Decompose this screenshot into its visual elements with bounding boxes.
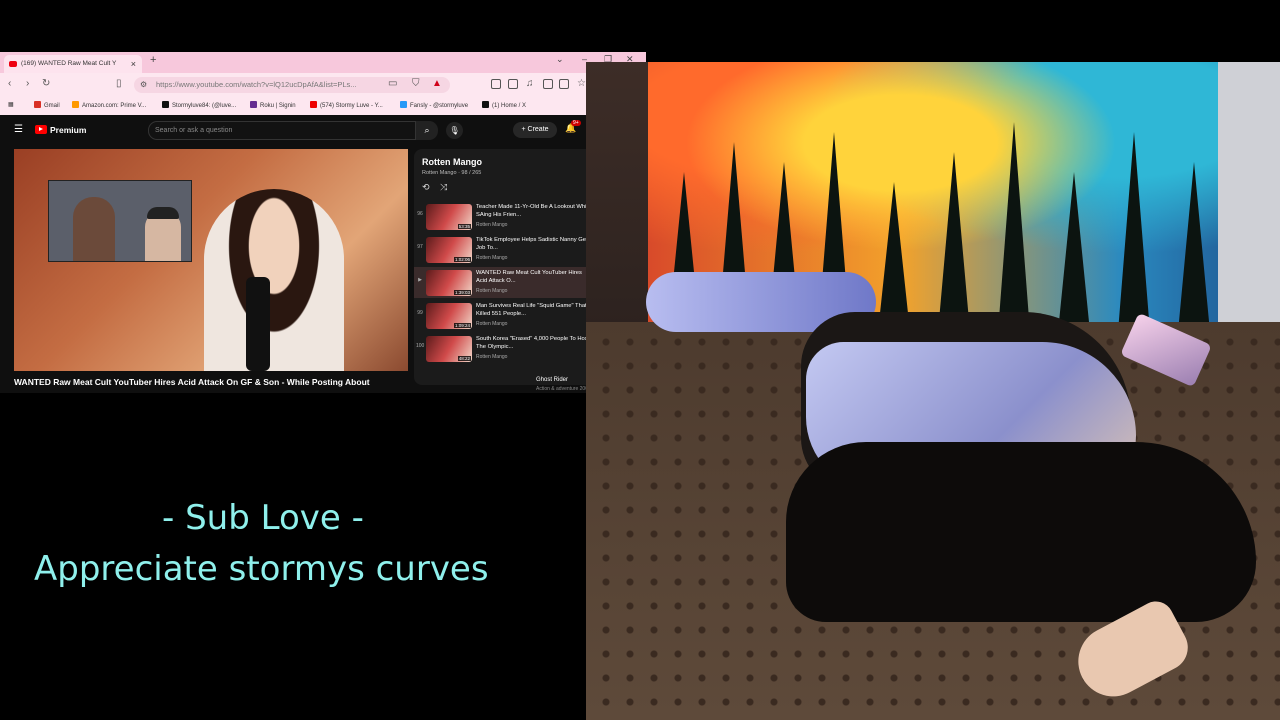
playlist-item-title: Man Survives Real Life "Squid Game" That… <box>476 303 587 317</box>
loop-icon[interactable]: ⟲ <box>422 182 430 192</box>
x-icon <box>162 101 169 108</box>
playlist-item-channel: Rotten Mango <box>476 255 508 261</box>
bookmark-icon[interactable]: ▯ <box>116 78 122 89</box>
x-icon <box>482 101 489 108</box>
video-title: WANTED Raw Meat Cult YouTuber Hires Acid… <box>14 377 370 387</box>
video-thumbnail: 1:09:24 <box>426 303 472 329</box>
playlist-item[interactable]: 97 1:02:06 TikTok Employee Helps Sadisti… <box>414 234 596 265</box>
screen-icon[interactable]: ▭ <box>388 78 397 89</box>
pip-person-right <box>145 207 181 261</box>
video-thumbnail: 48:22 <box>426 336 472 362</box>
extension-icon[interactable] <box>508 79 518 89</box>
bookmark-x-home[interactable]: (1) Home / X <box>482 101 526 109</box>
black-blanket <box>786 442 1256 622</box>
warning-icon[interactable]: ▲ <box>432 78 442 89</box>
browser-tab[interactable]: (169) WANTED Raw Meat Cult Y × <box>4 55 142 73</box>
new-tab-icon[interactable]: + <box>150 54 156 66</box>
playlist-item-channel: Rotten Mango <box>476 288 508 294</box>
extension-icon[interactable] <box>491 79 501 89</box>
forward-icon[interactable]: › <box>26 78 29 89</box>
back-icon[interactable]: ‹ <box>8 78 11 89</box>
roku-icon <box>250 101 257 108</box>
playlist-item-channel: Rotten Mango <box>476 321 508 327</box>
playlist-item-channel: Rotten Mango <box>476 222 508 228</box>
notifications-icon[interactable]: 🔔 9+ <box>565 120 581 134</box>
playlist-item-current[interactable]: ▶ 1:39:03 WANTED Raw Meat Cult YouTuber … <box>414 267 596 298</box>
youtube-play-icon <box>35 125 47 134</box>
music-icon[interactable]: ♫ <box>526 78 534 89</box>
tab-title: (169) WANTED Raw Meat Cult Y <box>21 60 117 67</box>
playlist-item-title: South Korea "Erased" 4,000 People To Hos… <box>476 336 590 350</box>
bookmark-youtube[interactable]: (574) Stormy Luve - Y... <box>310 101 383 109</box>
bookmark-roku[interactable]: Roku | Signin <box>250 101 296 109</box>
playlist-item-title: TikTok Employee Helps Sadistic Nanny Get… <box>476 237 593 251</box>
next-up-subtitle: Action & adventure 2007 <box>536 386 591 392</box>
hamburger-icon[interactable]: ☰ <box>14 124 23 135</box>
apps-icon[interactable]: ▦ <box>8 101 14 108</box>
favorites-icon[interactable]: ☆ <box>577 78 586 89</box>
video-player[interactable] <box>14 149 408 371</box>
navigation-bar: ‹ › ↻ ▯ ⚙ https://www.youtube.com/watch?… <box>0 73 646 97</box>
notification-badge: 9+ <box>571 120 581 126</box>
bookmark-x-stormy[interactable]: Stormyluve84: (@luve... <box>162 101 236 109</box>
webcam-feed <box>586 62 1280 720</box>
screenshot-icon[interactable] <box>559 79 569 89</box>
search-input[interactable]: Search or ask a question <box>148 121 416 140</box>
playlist-subtitle: Rotten Mango · 98 / 265 <box>422 170 482 176</box>
overlay-appreciate: Appreciate stormys curves <box>34 549 489 589</box>
youtube-logo[interactable]: Premium <box>35 125 86 135</box>
gmail-icon <box>34 101 41 108</box>
youtube-favicon-icon <box>9 61 17 67</box>
next-up-title[interactable]: Ghost Rider <box>536 377 568 383</box>
microphone-icon[interactable]: 🎙 <box>446 122 463 139</box>
video-thumbnail: 1:39:03 <box>426 270 472 296</box>
bookmark-fansly[interactable]: Fansly - @stormyluve <box>400 101 468 109</box>
playlist-controls: ⟲ ⤨ <box>422 182 447 193</box>
create-button[interactable]: + Create <box>513 122 557 138</box>
fansly-icon <box>400 101 407 108</box>
pip-person-left <box>73 197 115 261</box>
url-text: https://www.youtube.com/watch?v=lQ12ucDp… <box>156 80 357 89</box>
youtube-header: ☰ Premium Search or ask a question ⌕ 🎙 +… <box>0 115 620 145</box>
overlay-sub-love: - Sub Love - <box>162 498 364 538</box>
bookmark-amazon[interactable]: Amazon.com: Prime V... <box>72 101 146 109</box>
search-icon[interactable]: ⌕ <box>416 121 438 140</box>
shuffle-icon[interactable]: ⤨ <box>440 182 447 192</box>
close-tab-icon[interactable]: × <box>131 55 136 73</box>
site-info-icon[interactable]: ⚙ <box>140 77 147 93</box>
playlist-item-channel: Rotten Mango <box>476 354 508 360</box>
amazon-icon <box>72 101 79 108</box>
picture-in-picture-cam <box>48 180 192 262</box>
playlist-item[interactable]: 100 48:22 South Korea "Erased" 4,000 Peo… <box>414 333 596 364</box>
reload-icon[interactable]: ↻ <box>42 78 50 89</box>
shield-icon[interactable]: ⛉ <box>412 78 420 89</box>
video-host <box>204 189 344 371</box>
playlist-item-title: Teacher Made 11-Yr-Old Be A Lookout Whil… <box>476 204 591 218</box>
video-microphone <box>246 277 270 371</box>
youtube-icon <box>310 101 317 108</box>
video-thumbnail: 53:35 <box>426 204 472 230</box>
video-thumbnail: 1:02:06 <box>426 237 472 263</box>
chevron-down-icon[interactable]: ⌄ <box>556 54 564 65</box>
sidebar-icon[interactable] <box>543 79 553 89</box>
browser-window: (169) WANTED Raw Meat Cult Y × + ⌄ – ❐ ✕… <box>0 52 646 393</box>
playlist-item[interactable]: 96 53:35 Teacher Made 11-Yr-Old Be A Loo… <box>414 201 596 232</box>
wall <box>1218 62 1280 322</box>
bookmark-gmail[interactable]: Gmail <box>34 101 60 109</box>
bookmarks-bar: ▦ Gmail Amazon.com: Prime V... Stormyluv… <box>0 97 646 115</box>
playlist-panel: Rotten Mango Rotten Mango · 98 / 265 ✕ ⟲… <box>414 149 604 385</box>
address-bar[interactable]: ⚙ https://www.youtube.com/watch?v=lQ12uc… <box>134 77 450 93</box>
playlist-item[interactable]: 99 1:09:24 Man Survives Real Life "Squid… <box>414 300 596 331</box>
playlist-title[interactable]: Rotten Mango <box>422 157 482 167</box>
tab-bar: (169) WANTED Raw Meat Cult Y × + ⌄ – ❐ ✕ <box>0 52 646 73</box>
playlist-item-title: WANTED Raw Meat Cult YouTuber Hires Acid… <box>476 270 582 284</box>
